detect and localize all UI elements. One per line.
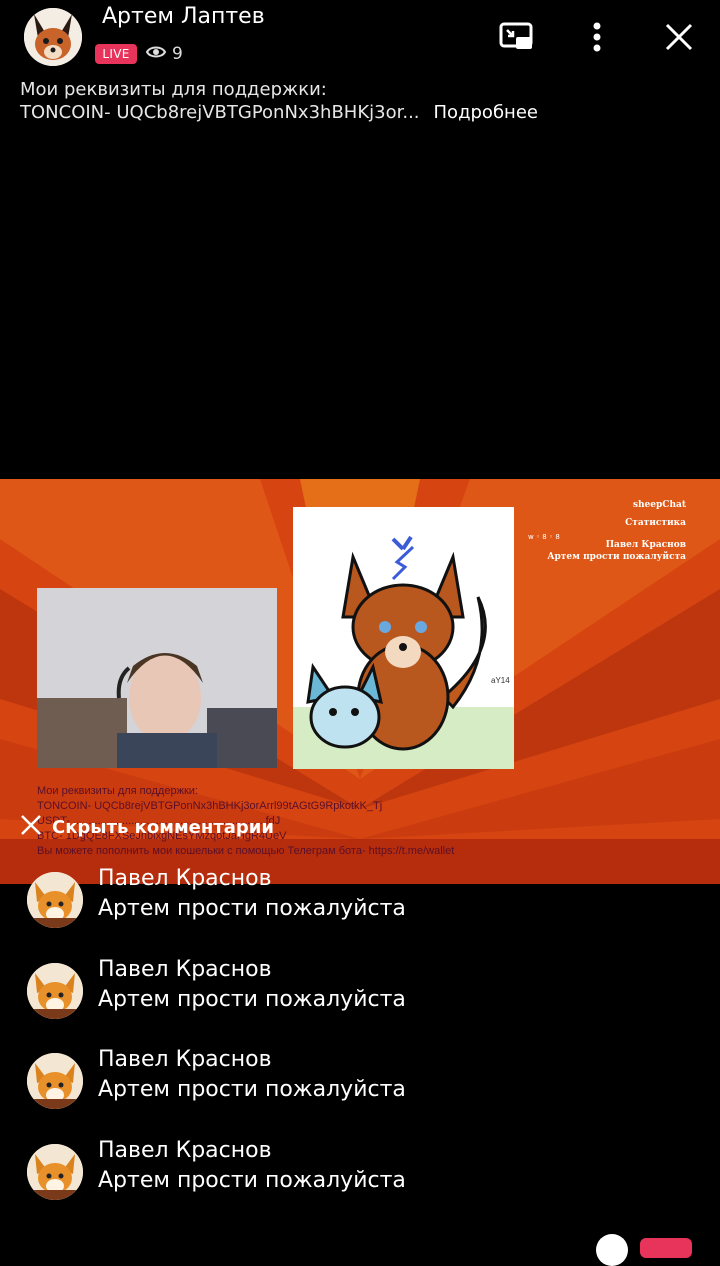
viewer-count: 9 — [145, 44, 183, 64]
description-line-2: TONCOIN- UQCb8rejVBTGPonNx3hBHKj3or... — [20, 102, 420, 123]
commenter-name[interactable]: Павел Краснов — [98, 957, 272, 982]
channel-name[interactable]: Артем Лаптев — [102, 4, 265, 29]
commenter-avatar[interactable] — [27, 963, 83, 1019]
commenter-name[interactable]: Павел Краснов — [98, 1138, 272, 1163]
overlay-line: TONCOIN- UQCb8rejVBTGPonNx3hBHKj3orArrl9… — [37, 800, 383, 812]
drawing-canvas: aY14 — [293, 507, 514, 769]
commenter-avatar[interactable] — [27, 1053, 83, 1109]
more-vertical-icon[interactable] — [578, 18, 616, 56]
hide-comments-button[interactable]: Скрыть комментарии — [20, 814, 274, 841]
comment-text: Артем прости пожалуйста — [98, 987, 406, 1012]
chat-overlay-title: sheepChat — [632, 500, 686, 510]
comment-item: Павел Краснов Артем прости пожалуйста — [27, 866, 707, 936]
chat-overlay-message: Артем прости пожалуйста — [547, 552, 686, 562]
drawing-signature: aY14 — [491, 676, 510, 685]
chat-overlay-user: Павел Краснов — [605, 540, 686, 550]
comment-item: Павел Краснов Артем прости пожалуйста — [27, 1047, 707, 1117]
commenter-avatar[interactable] — [27, 872, 83, 928]
comment-text: Артем прости пожалуйста — [98, 1168, 406, 1193]
hide-comments-label: Скрыть комментарии — [52, 817, 275, 838]
donate-button[interactable] — [640, 1238, 692, 1258]
commenter-avatar[interactable] — [27, 1144, 83, 1200]
webcam-feed — [37, 588, 277, 768]
viewer-count-value: 9 — [172, 44, 183, 64]
close-icon — [20, 814, 42, 841]
commenter-name[interactable]: Павел Краснов — [98, 1047, 272, 1072]
comment-input-avatar[interactable] — [596, 1234, 628, 1266]
overlay-line: Мои реквизиты для поддержки: — [37, 785, 198, 797]
comment-item: Павел Краснов Артем прости пожалуйста — [27, 1138, 707, 1208]
stream-description: Мои реквизиты для поддержки: TONCOIN- UQ… — [20, 78, 538, 124]
live-badge: LIVE — [95, 44, 137, 64]
comment-item: Павел Краснов Артем прости пожалуйста — [27, 957, 707, 1027]
description-line-1: Мои реквизиты для поддержки: — [20, 79, 327, 100]
eye-icon — [145, 44, 167, 64]
more-link[interactable]: Подробнее — [434, 102, 538, 123]
channel-avatar[interactable] — [24, 8, 82, 66]
chat-overlay-stats: Статистика — [625, 518, 686, 528]
commenter-name[interactable]: Павел Краснов — [98, 866, 272, 891]
close-icon[interactable] — [660, 18, 698, 56]
overlay-line: Вы можете пополнить мои кошельки с помощ… — [37, 845, 455, 857]
pip-icon[interactable] — [497, 18, 535, 56]
comment-text: Артем прости пожалуйста — [98, 1077, 406, 1102]
comment-text: Артем прости пожалуйста — [98, 896, 406, 921]
stream-chat-overlay: sheepChat Статистика Павел Краснов Артем… — [547, 499, 686, 563]
